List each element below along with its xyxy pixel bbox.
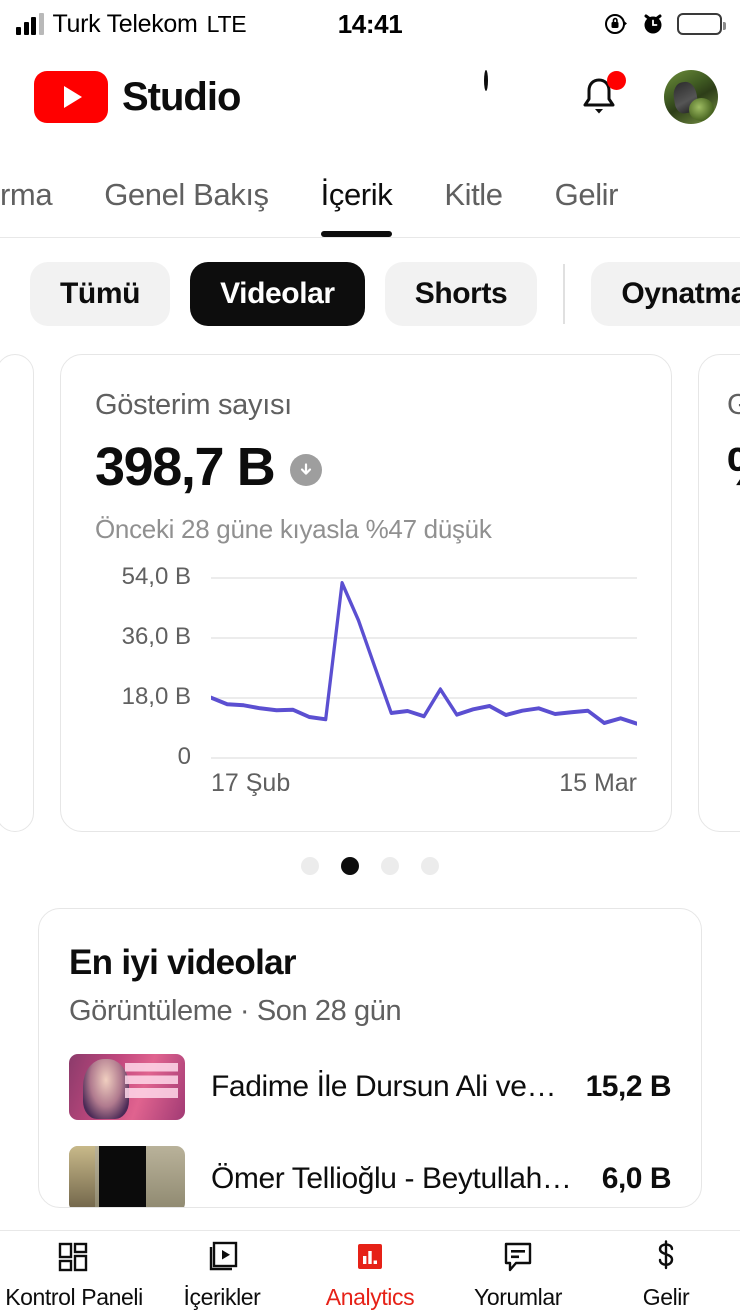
chip-oynatma-listeleri[interactable]: Oynatma listele xyxy=(591,262,740,326)
top-videos-card: En iyi videolar Görüntüleme · Son 28 gün… xyxy=(38,908,702,1208)
top-video-row[interactable]: Fadime İle Dursun Ali ve Bizi... 15,2 B xyxy=(69,1054,672,1120)
plus-circle-icon xyxy=(484,70,488,91)
top-videos-title: En iyi videolar xyxy=(69,943,297,982)
chip-tumu[interactable]: Tümü xyxy=(30,262,171,326)
peek-metric-value: % xyxy=(727,436,740,498)
analytics-bar-icon xyxy=(352,1237,388,1277)
chip-videolar[interactable]: Videolar xyxy=(190,262,365,326)
y-tick-36: 36,0 B xyxy=(121,623,191,650)
y-tick-0: 0 xyxy=(177,743,191,770)
metric-card-next[interactable]: G % % % % % xyxy=(698,354,740,832)
bottom-navigation: Kontrol Paneli İçerikler Analytics Yorum… xyxy=(0,1230,740,1316)
impressions-chart[interactable]: 54,0 B 36,0 B 18,0 B 0 17 Şub 15 Mar xyxy=(95,563,637,803)
tab-gelir[interactable]: Gelir xyxy=(555,177,619,237)
y-tick-18: 18,0 B xyxy=(121,683,191,710)
top-video-row[interactable]: Ömer Tellioğlu - Beytullah't... 6,0 B xyxy=(69,1146,672,1207)
x-tick-start: 17 Şub xyxy=(211,769,291,797)
battery-icon xyxy=(677,13,726,35)
nav-analytics[interactable]: Analytics xyxy=(296,1237,444,1311)
metric-comparison: Önceki 28 güne kıyasla %47 düşük xyxy=(95,514,492,544)
nav-label: İçerikler xyxy=(183,1283,261,1310)
tab-genel-bakis[interactable]: Genel Bakış xyxy=(104,177,269,237)
metric-title: Gösterim sayısı xyxy=(95,389,292,421)
chip-divider xyxy=(563,264,566,324)
comment-icon xyxy=(500,1237,536,1277)
video-thumbnail xyxy=(69,1146,185,1207)
video-title: Fadime İle Dursun Ali ve Bizi... xyxy=(211,1070,560,1103)
carousel-dot-4[interactable] xyxy=(421,857,439,875)
status-bar: Turk Telekom LTE 14:41 xyxy=(0,0,740,48)
y-tick-54: 54,0 B xyxy=(121,563,191,590)
notifications-button[interactable] xyxy=(576,71,626,121)
content-video-icon xyxy=(204,1237,240,1277)
content-filter-chips: Tümü Videolar Shorts Oynatma listele xyxy=(0,238,740,350)
chart-x-axis: 17 Şub 15 Mar xyxy=(211,769,637,798)
chart-plot-area xyxy=(211,573,637,763)
studio-brand: Studio xyxy=(34,71,241,123)
tab-kitle[interactable]: Kitle xyxy=(444,177,503,237)
rotation-lock-icon xyxy=(605,14,627,34)
app-header-actions xyxy=(484,70,718,124)
video-view-count: 15,2 B xyxy=(585,1070,672,1103)
tab-icerik[interactable]: İçerik xyxy=(320,177,393,237)
nav-icerikler[interactable]: İçerikler xyxy=(148,1237,296,1311)
video-title: Ömer Tellioğlu - Beytullah't... xyxy=(211,1162,576,1195)
account-avatar[interactable] xyxy=(664,70,718,124)
youtube-logo-icon xyxy=(34,71,108,123)
carrier-label: Turk Telekom xyxy=(52,9,198,38)
metric-value: 398,7 B xyxy=(95,437,276,497)
nav-label: Kontrol Paneli xyxy=(5,1283,143,1310)
nav-label: Yorumlar xyxy=(474,1283,562,1310)
nav-gelir[interactable]: Gelir xyxy=(592,1237,740,1311)
notification-badge xyxy=(607,71,626,90)
alarm-clock-icon xyxy=(644,14,662,34)
chart-line-svg xyxy=(211,581,637,726)
nav-yorumlar[interactable]: Yorumlar xyxy=(444,1237,592,1311)
video-thumbnail xyxy=(69,1054,185,1120)
signal-strength-icon xyxy=(16,13,44,35)
carousel-dot-2[interactable] xyxy=(341,857,359,875)
dashboard-icon xyxy=(56,1237,92,1277)
arrow-down-icon xyxy=(290,454,323,486)
carousel-dot-3[interactable] xyxy=(381,857,399,875)
nav-label: Analytics xyxy=(325,1283,415,1310)
metric-carousel[interactable]: Gösterim sayısı 398,7 B Önceki 28 güne k… xyxy=(0,350,740,836)
app-header: Studio xyxy=(0,48,740,146)
metric-card-previous[interactable] xyxy=(0,354,34,832)
create-button[interactable] xyxy=(484,70,534,122)
chart-y-axis: 54,0 B 36,0 B 18,0 B 0 xyxy=(95,563,191,770)
status-bar-left: Turk Telekom LTE xyxy=(16,9,247,39)
dollar-icon xyxy=(648,1237,684,1277)
carousel-dot-1[interactable] xyxy=(301,857,319,875)
metric-value-row: 398,7 B xyxy=(95,436,637,498)
analytics-tabs: rma Genel Bakış İçerik Kitle Gelir xyxy=(0,146,740,238)
peek-metric-title: G xyxy=(727,389,740,422)
x-tick-end: 15 Mar xyxy=(559,769,637,797)
app-title: Studio xyxy=(122,74,241,119)
status-bar-right xyxy=(603,11,726,37)
carousel-pagination[interactable] xyxy=(0,836,740,896)
chip-shorts[interactable]: Shorts xyxy=(384,262,538,326)
video-view-count: 6,0 B xyxy=(601,1162,672,1195)
nav-kontrol-paneli[interactable]: Kontrol Paneli xyxy=(0,1237,148,1311)
tab-comparison[interactable]: rma xyxy=(0,177,53,237)
nav-label: Gelir xyxy=(642,1283,690,1310)
top-videos-subtitle: Görüntüleme · Son 28 gün xyxy=(69,995,402,1027)
network-type-label: LTE xyxy=(206,10,247,37)
metric-card-impressions[interactable]: Gösterim sayısı 398,7 B Önceki 28 güne k… xyxy=(60,354,672,832)
